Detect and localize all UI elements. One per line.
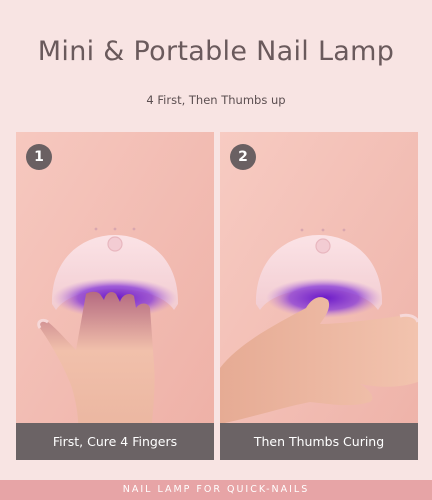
- indicator-dot: [300, 228, 304, 232]
- step-panel-2: 2 Then Thumbs Curing: [220, 132, 418, 460]
- step-number-badge: 2: [230, 144, 256, 170]
- step-1-illustration: [16, 132, 214, 460]
- indicator-dot: [113, 227, 117, 231]
- indicator-dot: [132, 227, 136, 231]
- power-button-icon: [107, 236, 123, 252]
- step-panel-1: 1 First, Cure 4 Fingers: [16, 132, 214, 460]
- step-caption: Then Thumbs Curing: [220, 423, 418, 460]
- step-caption: First, Cure 4 Fingers: [16, 423, 214, 460]
- footer-banner: NAIL LAMP FOR QUICK-NAILS: [0, 480, 432, 500]
- indicator-dot: [342, 228, 346, 232]
- power-button-icon: [315, 238, 331, 254]
- indicator-dot: [321, 228, 325, 232]
- page-title: Mini & Portable Nail Lamp: [37, 36, 395, 67]
- indicator-dot: [94, 227, 98, 231]
- step-2-illustration: [220, 132, 418, 460]
- step-number-badge: 1: [26, 144, 52, 170]
- page-subtitle: 4 First, Then Thumbs up: [146, 93, 286, 107]
